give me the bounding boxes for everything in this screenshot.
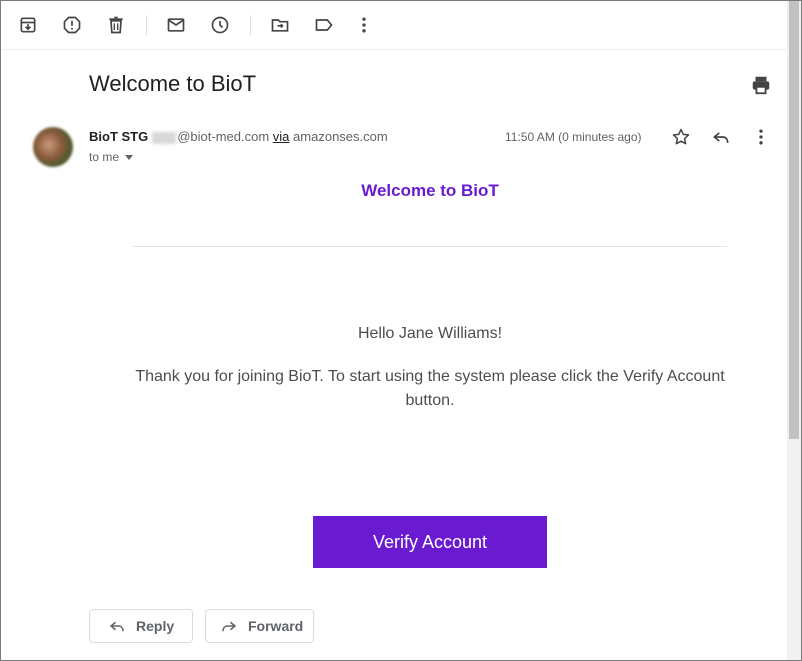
forward-label: Forward (248, 618, 304, 634)
greeting-text: Hello Jane Williams! (357, 325, 503, 342)
reply-button[interactable]: Reply (89, 609, 193, 643)
reply-icon (109, 621, 124, 632)
delete-icon[interactable] (104, 13, 128, 37)
recipient-label: to me (89, 150, 120, 164)
email-subject: Welcome to BioT (89, 71, 257, 96)
mark-unread-icon[interactable] (164, 13, 188, 37)
recipient-toggle[interactable]: to me (89, 150, 134, 164)
sender-avatar[interactable] (33, 127, 73, 167)
toolbar-divider (146, 15, 147, 35)
move-to-icon[interactable] (268, 13, 292, 37)
redacted-address (152, 131, 177, 144)
more-options-icon[interactable] (749, 126, 773, 148)
label-icon[interactable] (312, 13, 336, 37)
report-spam-icon[interactable] (60, 13, 84, 37)
more-vert-icon[interactable] (352, 13, 376, 37)
verify-account-button[interactable]: Verify Account (313, 516, 547, 568)
toolbar-divider (250, 15, 251, 35)
reply-icon[interactable] (709, 126, 733, 148)
caret-down-icon[interactable] (125, 155, 134, 161)
archive-icon[interactable] (16, 13, 40, 37)
star-icon[interactable] (669, 126, 693, 148)
forward-icon (222, 621, 237, 632)
sender-domain: @biot-med.com (177, 129, 270, 144)
sender-line: BioT STG @biot-med.com via amazonses.com (89, 129, 388, 144)
divider (133, 246, 727, 247)
email-toolbar (1, 1, 787, 50)
message-text: Thank you for joining BioT. To start usi… (135, 368, 725, 409)
forward-button[interactable]: Forward (205, 609, 314, 643)
sender-name[interactable]: BioT STG (89, 129, 148, 144)
via-link[interactable]: via (273, 129, 290, 144)
reply-label: Reply (136, 618, 175, 634)
scrollbar-thumb[interactable] (789, 1, 799, 439)
via-domain: amazonses.com (293, 129, 388, 144)
snooze-icon[interactable] (208, 13, 232, 37)
email-body-heading: Welcome to BioT (361, 181, 499, 200)
print-icon[interactable] (750, 74, 772, 96)
email-window: Welcome to BioT BioT STG @biot-med.com vi… (0, 0, 802, 661)
email-timestamp: 11:50 AM (0 minutes ago) (505, 130, 642, 144)
